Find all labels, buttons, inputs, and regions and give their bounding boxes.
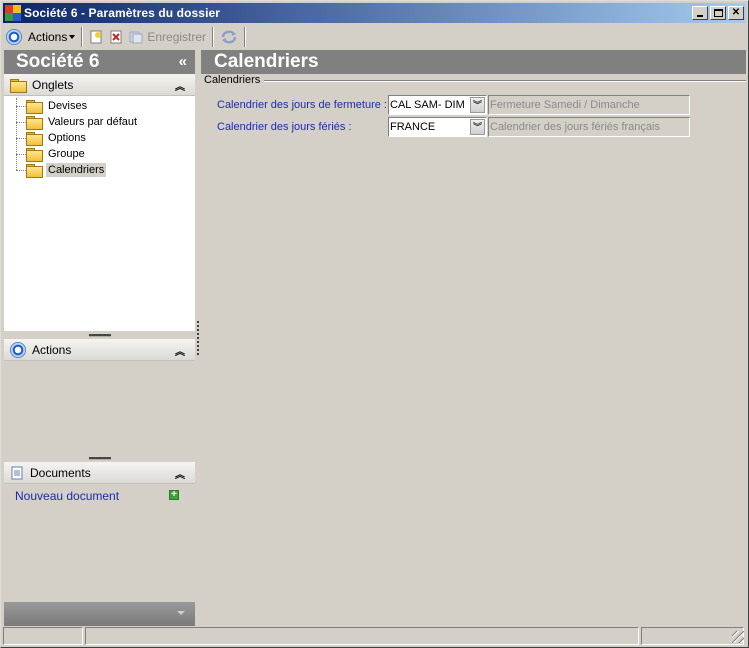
refresh-icon [221, 30, 237, 44]
left-panel-header: Société 6 « [4, 50, 195, 74]
field-description: Fermeture Samedi / Dimanche [488, 94, 690, 115]
tree-connector [16, 154, 26, 155]
main-panel-header: Calendriers [201, 50, 746, 74]
tree-connector [16, 170, 26, 171]
main-panel: Calendriers Calendriers Calendrier des j… [201, 50, 746, 627]
toolbar: Actions Enregistrer [3, 25, 746, 49]
open-folder-icon [26, 164, 43, 178]
collapse-panel-button[interactable]: « [179, 53, 187, 70]
actions-circle-icon [6, 29, 22, 45]
onglets-section-label: Onglets [32, 77, 74, 92]
left-panel-title: Société 6 [16, 51, 100, 72]
splitter-grip[interactable]: ▪▪▪▪▪▪▪▪▪▪ [4, 454, 195, 463]
toolbar-separator [81, 27, 84, 47]
new-document-link[interactable]: Nouveau document [15, 489, 119, 503]
tree-item-valeurs-par-defaut[interactable]: Valeurs par défaut [4, 114, 195, 130]
delete-icon [110, 30, 122, 44]
documents-section-label: Documents [30, 465, 91, 480]
actions-section-label: Actions [32, 342, 72, 357]
tree-item-label: Groupe [48, 148, 85, 160]
minimize-icon [697, 15, 703, 17]
tree-item-label: Calendriers [46, 163, 107, 177]
group-divider [264, 80, 746, 82]
chevron-down-icon[interactable] [177, 611, 185, 615]
document-icon [11, 466, 23, 479]
tree-connector [16, 106, 26, 107]
tree-connector [16, 122, 26, 123]
maximize-icon [713, 9, 723, 17]
tree-item-label: Valeurs par défaut [48, 116, 138, 128]
status-cell [641, 627, 744, 645]
left-panel: Société 6 « Onglets ︽ Devises Valeurs pa… [4, 50, 195, 627]
close-button[interactable]: ✕ [728, 6, 744, 20]
toolbar-separator [244, 27, 247, 47]
calendar-holidays-combobox[interactable]: FRANCE ︾ [388, 116, 487, 137]
status-bar [3, 627, 746, 645]
actions-pane [4, 361, 195, 454]
save-label: Enregistrer [147, 30, 207, 44]
chevron-double-down-icon[interactable]: ︾ [470, 118, 485, 135]
combobox-value: CAL SAM- DIM [390, 98, 465, 111]
folder-icon [10, 78, 27, 93]
refresh-button[interactable] [217, 26, 241, 48]
actions-circle-icon [10, 341, 26, 358]
tree-item-label: Options [48, 132, 86, 144]
onglets-section-header[interactable]: Onglets ︽ [4, 74, 195, 96]
minimize-button[interactable] [692, 6, 708, 20]
maximize-button[interactable] [710, 6, 726, 20]
new-button[interactable] [86, 26, 106, 48]
actions-menu-label: Actions [28, 30, 68, 44]
delete-button[interactable] [106, 26, 126, 48]
combobox-value: FRANCE [390, 120, 436, 133]
field-description: Calendrier des jours fériés français [488, 116, 690, 137]
page-title: Calendriers [214, 51, 319, 72]
title-bar[interactable]: Société 6 - Paramètres du dossier ✕ [3, 3, 746, 23]
chevron-double-down-icon[interactable]: ︾ [470, 96, 485, 113]
application-window: Société 6 - Paramètres du dossier ✕ Acti… [0, 0, 749, 648]
tree-item-label: Devises [48, 100, 88, 112]
actions-menu-button[interactable]: Actions [25, 26, 78, 48]
status-cell [3, 627, 83, 645]
toolbar-separator [212, 27, 215, 47]
group-label: Calendriers [204, 74, 261, 86]
window-title: Société 6 - Paramètres du dossier [24, 6, 221, 20]
app-icon [5, 5, 21, 21]
folder-icon [26, 116, 43, 130]
dropdown-arrow-icon [69, 35, 76, 39]
folder-icon [26, 132, 43, 146]
tree-item-calendriers[interactable]: Calendriers [4, 162, 195, 178]
collapse-section-icon[interactable]: ︽ [175, 466, 185, 481]
status-cell [85, 627, 639, 645]
collapse-section-icon[interactable]: ︽ [175, 343, 185, 358]
save-icon [129, 31, 143, 44]
tree-item-devises[interactable]: Devises [4, 98, 195, 114]
calendar-closing-combobox[interactable]: CAL SAM- DIM ︾ [388, 94, 487, 115]
close-icon: ✕ [731, 7, 741, 18]
folder-icon [26, 100, 43, 114]
onglets-tree: Devises Valeurs par défaut Options Group… [4, 96, 195, 331]
new-document-icon [90, 30, 102, 44]
vertical-splitter[interactable] [197, 321, 199, 355]
documents-pane: Nouveau document + [4, 484, 195, 584]
documents-section-header[interactable]: Documents ︽ [4, 462, 195, 484]
tree-connector [16, 138, 26, 139]
field-row-fermeture: Calendrier des jours de fermeture : CAL … [217, 94, 690, 115]
tree-item-groupe[interactable]: Groupe [4, 146, 195, 162]
actions-menu-icon-button[interactable] [3, 26, 25, 48]
collapse-section-icon[interactable]: ︽ [175, 78, 185, 93]
actions-section-header[interactable]: Actions ︽ [4, 339, 195, 361]
field-label: Calendrier des jours de fermeture : [217, 98, 387, 111]
field-row-feries: Calendrier des jours fériés : FRANCE ︾ C… [217, 116, 690, 137]
field-label: Calendrier des jours fériés : [217, 120, 352, 133]
tree-item-options[interactable]: Options [4, 130, 195, 146]
save-button[interactable]: Enregistrer [126, 26, 209, 48]
left-panel-footer[interactable] [4, 602, 195, 626]
folder-icon [26, 148, 43, 162]
splitter-grip[interactable]: ▪▪▪▪▪▪▪▪▪▪ [4, 331, 195, 340]
add-icon[interactable]: + [169, 490, 179, 500]
resize-grip[interactable] [732, 631, 744, 643]
